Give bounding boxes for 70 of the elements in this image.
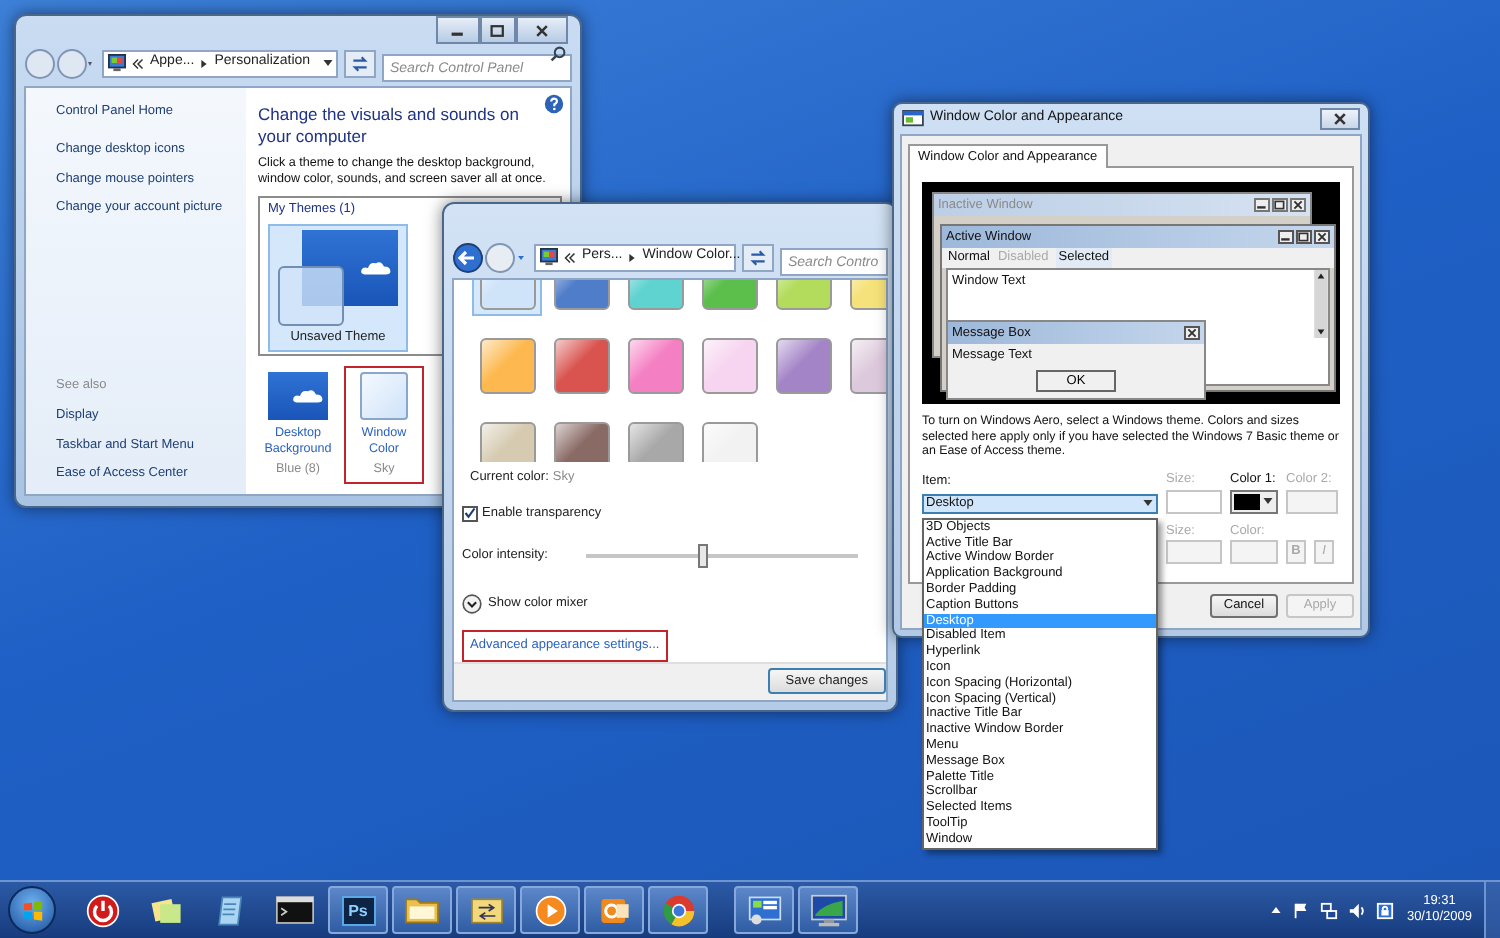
color-2-picker[interactable] — [1286, 489, 1338, 514]
refresh-button[interactable] — [742, 243, 774, 271]
scrollbar-icon — [1314, 270, 1328, 338]
show-desktop-button[interactable] — [1484, 881, 1500, 938]
expand-icon — [462, 593, 482, 614]
checkmark-icon — [464, 506, 476, 521]
color-1-picker[interactable] — [1230, 489, 1278, 514]
speaker-icon[interactable] — [1348, 901, 1367, 919]
monitor-icon — [809, 893, 847, 927]
maximize-icon — [1296, 230, 1312, 244]
control-panel-icon — [540, 248, 558, 266]
browser-icon — [661, 893, 695, 927]
dropdown-arrow-icon — [1262, 496, 1274, 507]
taskbar-app-button[interactable] — [392, 886, 452, 934]
transparency-checkbox[interactable] — [462, 505, 478, 522]
dropdown-arrow-icon[interactable] — [1142, 498, 1154, 509]
transfer-arrows-icon — [469, 895, 503, 925]
close-icon — [1332, 111, 1348, 125]
start-button[interactable] — [8, 886, 56, 934]
network-icon[interactable] — [1320, 901, 1339, 919]
refresh-icon — [748, 247, 768, 267]
flag-icon[interactable] — [1292, 901, 1311, 919]
back-forward-icon[interactable] — [452, 241, 528, 273]
power-icon — [85, 893, 119, 927]
minimize-button[interactable] — [436, 16, 480, 44]
control-panel-icon — [108, 54, 126, 72]
close-icon — [1290, 198, 1306, 212]
page-heading: Change the visuals and sounds on your computer — [258, 104, 521, 148]
notepad-icon — [213, 893, 247, 927]
intensity-slider-thumb[interactable] — [698, 543, 709, 568]
double-chevron-icon — [564, 251, 576, 263]
refresh-icon — [350, 53, 370, 73]
taskbar-app-button[interactable]: Ps — [328, 886, 388, 934]
font-color-dropdown[interactable] — [1230, 540, 1278, 565]
close-icon — [534, 23, 550, 37]
taskbar-app-button[interactable] — [520, 886, 580, 934]
double-chevron-icon — [132, 57, 144, 69]
minimize-icon — [1278, 230, 1294, 244]
taskbar-app-button[interactable] — [734, 886, 794, 934]
cloud-icon — [360, 260, 392, 276]
play-icon — [533, 893, 567, 927]
chevron-icon — [200, 57, 209, 69]
lock-icon[interactable] — [1376, 901, 1395, 919]
dropdown-arrow-icon[interactable] — [322, 58, 335, 68]
search-icon — [550, 45, 566, 61]
control-panel-icon — [747, 893, 781, 927]
close-icon — [1314, 230, 1330, 244]
chevron-icon — [628, 251, 637, 263]
close-icon — [1184, 326, 1200, 340]
maximize-icon — [1272, 198, 1288, 212]
folder-icon — [404, 894, 440, 926]
photoshop-logo: Ps — [341, 895, 375, 925]
intensity-slider[interactable] — [586, 543, 858, 568]
window-glass-thumbnail — [278, 266, 344, 326]
window-color-thumbnail — [360, 372, 408, 420]
maximize-icon — [490, 23, 506, 37]
help-icon[interactable] — [544, 94, 564, 114]
console-icon — [275, 896, 313, 924]
cloud-icon — [292, 388, 324, 404]
windows-logo-icon — [21, 899, 43, 921]
close-button[interactable] — [516, 16, 568, 44]
sticky-notes-icon — [149, 893, 183, 927]
dialog-icon — [902, 109, 924, 127]
refresh-button[interactable] — [344, 49, 376, 77]
show-hidden-icons-icon[interactable] — [1270, 904, 1283, 916]
minimize-icon — [1254, 198, 1270, 212]
taskbar-app-button[interactable] — [584, 886, 644, 934]
close-button[interactable] — [1320, 107, 1360, 129]
maximize-button[interactable] — [480, 16, 516, 44]
mail-icon — [597, 893, 631, 927]
